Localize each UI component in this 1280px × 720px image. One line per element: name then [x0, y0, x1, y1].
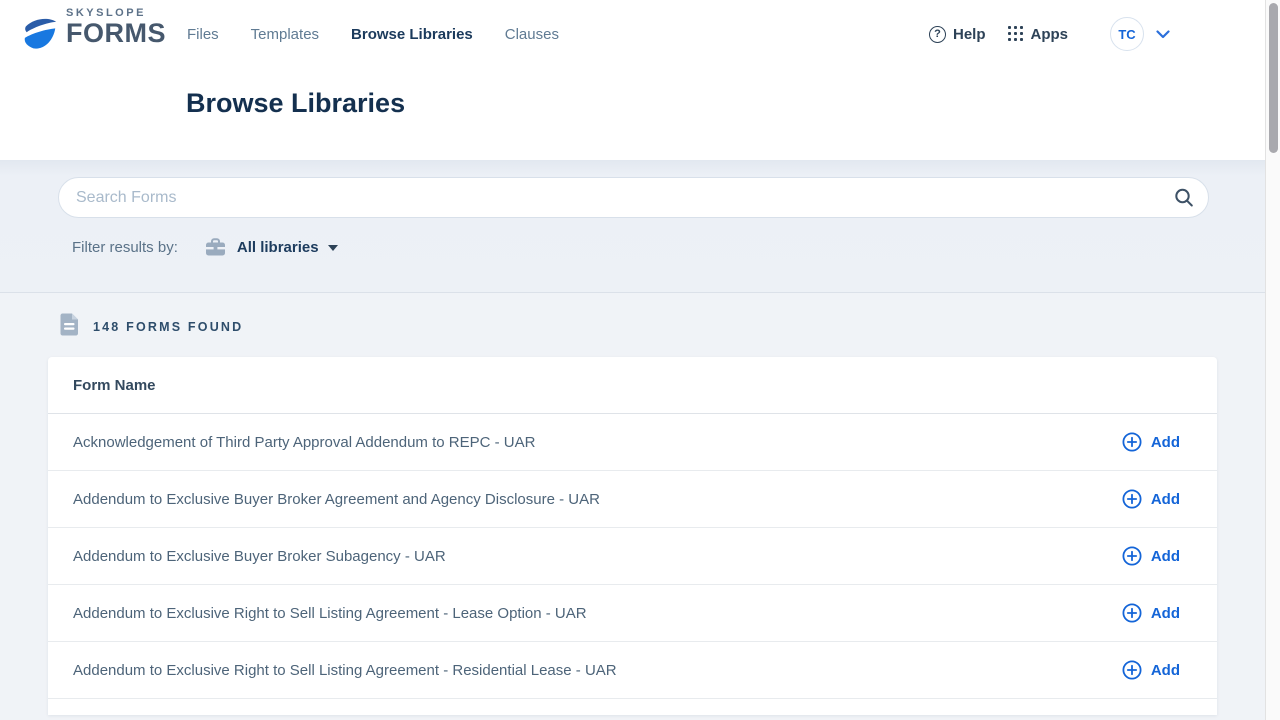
plus-circle-icon [1122, 546, 1142, 566]
apps-grid-icon [1008, 26, 1024, 42]
apps-button[interactable]: Apps [1008, 26, 1069, 43]
logo-line2: FORMS [66, 20, 166, 47]
add-button-label: Add [1151, 434, 1180, 451]
app-header: SKYSLOPE FORMS Files Templates Browse Li… [0, 0, 1265, 160]
scrollbar-thumb[interactable] [1269, 3, 1278, 153]
plus-circle-icon [1122, 603, 1142, 623]
plus-circle-icon [1122, 432, 1142, 452]
add-form-button[interactable]: Add [1122, 546, 1180, 566]
caret-down-icon [328, 245, 338, 251]
search-box [58, 177, 1209, 218]
form-name: Addendum to Exclusive Buyer Broker Subag… [73, 548, 446, 565]
filter-label: Filter results by: [72, 239, 178, 256]
help-button[interactable]: ? Help [929, 26, 986, 43]
table-row: Addendum to Exclusive Right to Sell List… [48, 642, 1217, 699]
nav-item-templates[interactable]: Templates [251, 26, 319, 43]
topbar-right-actions: ? Help Apps TC [929, 17, 1170, 51]
briefcase-icon [205, 238, 226, 257]
filter-row: Filter results by: All libraries [72, 238, 1209, 257]
form-name: Acknowledgement of Third Party Approval … [73, 434, 535, 451]
results-count-label: 148 FORMS FOUND [93, 320, 243, 334]
add-form-button[interactable]: Add [1122, 432, 1180, 452]
add-button-label: Add [1151, 491, 1180, 508]
search-icon[interactable] [1173, 187, 1195, 212]
search-forms-input[interactable] [59, 189, 1208, 207]
page: SKYSLOPE FORMS Files Templates Browse Li… [0, 0, 1265, 720]
nav-item-browse-libraries[interactable]: Browse Libraries [351, 26, 473, 43]
nav-item-clauses[interactable]: Clauses [505, 26, 559, 43]
table-row: Acknowledgement of Third Party Approval … [48, 414, 1217, 471]
logo-line1: SKYSLOPE [66, 8, 166, 19]
main-nav: Files Templates Browse Libraries Clauses [187, 26, 559, 43]
table-row: Addendum to Exclusive Buyer Broker Agree… [48, 471, 1217, 528]
form-name: Addendum to Exclusive Right to Sell List… [73, 662, 617, 679]
table-header-row: Form Name [48, 357, 1217, 414]
user-avatar[interactable]: TC [1110, 17, 1144, 51]
add-button-label: Add [1151, 605, 1180, 622]
search-filter-section: Filter results by: All libraries [0, 160, 1265, 293]
form-name: Addendum to Exclusive Right to Sell List… [73, 605, 587, 622]
add-form-button[interactable]: Add [1122, 489, 1180, 509]
add-button-label: Add [1151, 548, 1180, 565]
top-navigation-bar: SKYSLOPE FORMS Files Templates Browse Li… [0, 0, 1265, 68]
skyslope-swoosh-icon [22, 8, 60, 61]
results-heading: 148 FORMS FOUND [60, 313, 1265, 341]
table-row: Addendum to Exclusive Buyer Broker Subag… [48, 528, 1217, 585]
apps-label: Apps [1031, 26, 1069, 43]
results-content: 148 FORMS FOUND Form Name Acknowledgemen… [0, 293, 1265, 720]
form-name: Addendum to Exclusive Buyer Broker Agree… [73, 491, 600, 508]
vertical-scrollbar[interactable] [1265, 0, 1280, 720]
form-name-column-header: Form Name [73, 377, 156, 394]
account-menu-chevron-down-icon[interactable] [1156, 30, 1170, 39]
add-form-button[interactable]: Add [1122, 603, 1180, 623]
plus-circle-icon [1122, 660, 1142, 680]
page-title: Browse Libraries [186, 88, 1265, 119]
add-form-button[interactable]: Add [1122, 660, 1180, 680]
document-icon [60, 313, 79, 341]
plus-circle-icon [1122, 489, 1142, 509]
logo-text: SKYSLOPE FORMS [66, 8, 166, 47]
table-row: Addendum to Exclusive Right to Sell List… [48, 585, 1217, 642]
table-row-partial [48, 699, 1217, 715]
forms-table-card: Form Name Acknowledgement of Third Party… [48, 357, 1217, 715]
library-filter-value: All libraries [237, 239, 319, 256]
skyslope-forms-logo[interactable]: SKYSLOPE FORMS [22, 8, 187, 61]
help-icon: ? [929, 26, 946, 43]
help-label: Help [953, 26, 986, 43]
library-filter-dropdown[interactable]: All libraries [237, 239, 338, 256]
nav-item-files[interactable]: Files [187, 26, 219, 43]
add-button-label: Add [1151, 662, 1180, 679]
